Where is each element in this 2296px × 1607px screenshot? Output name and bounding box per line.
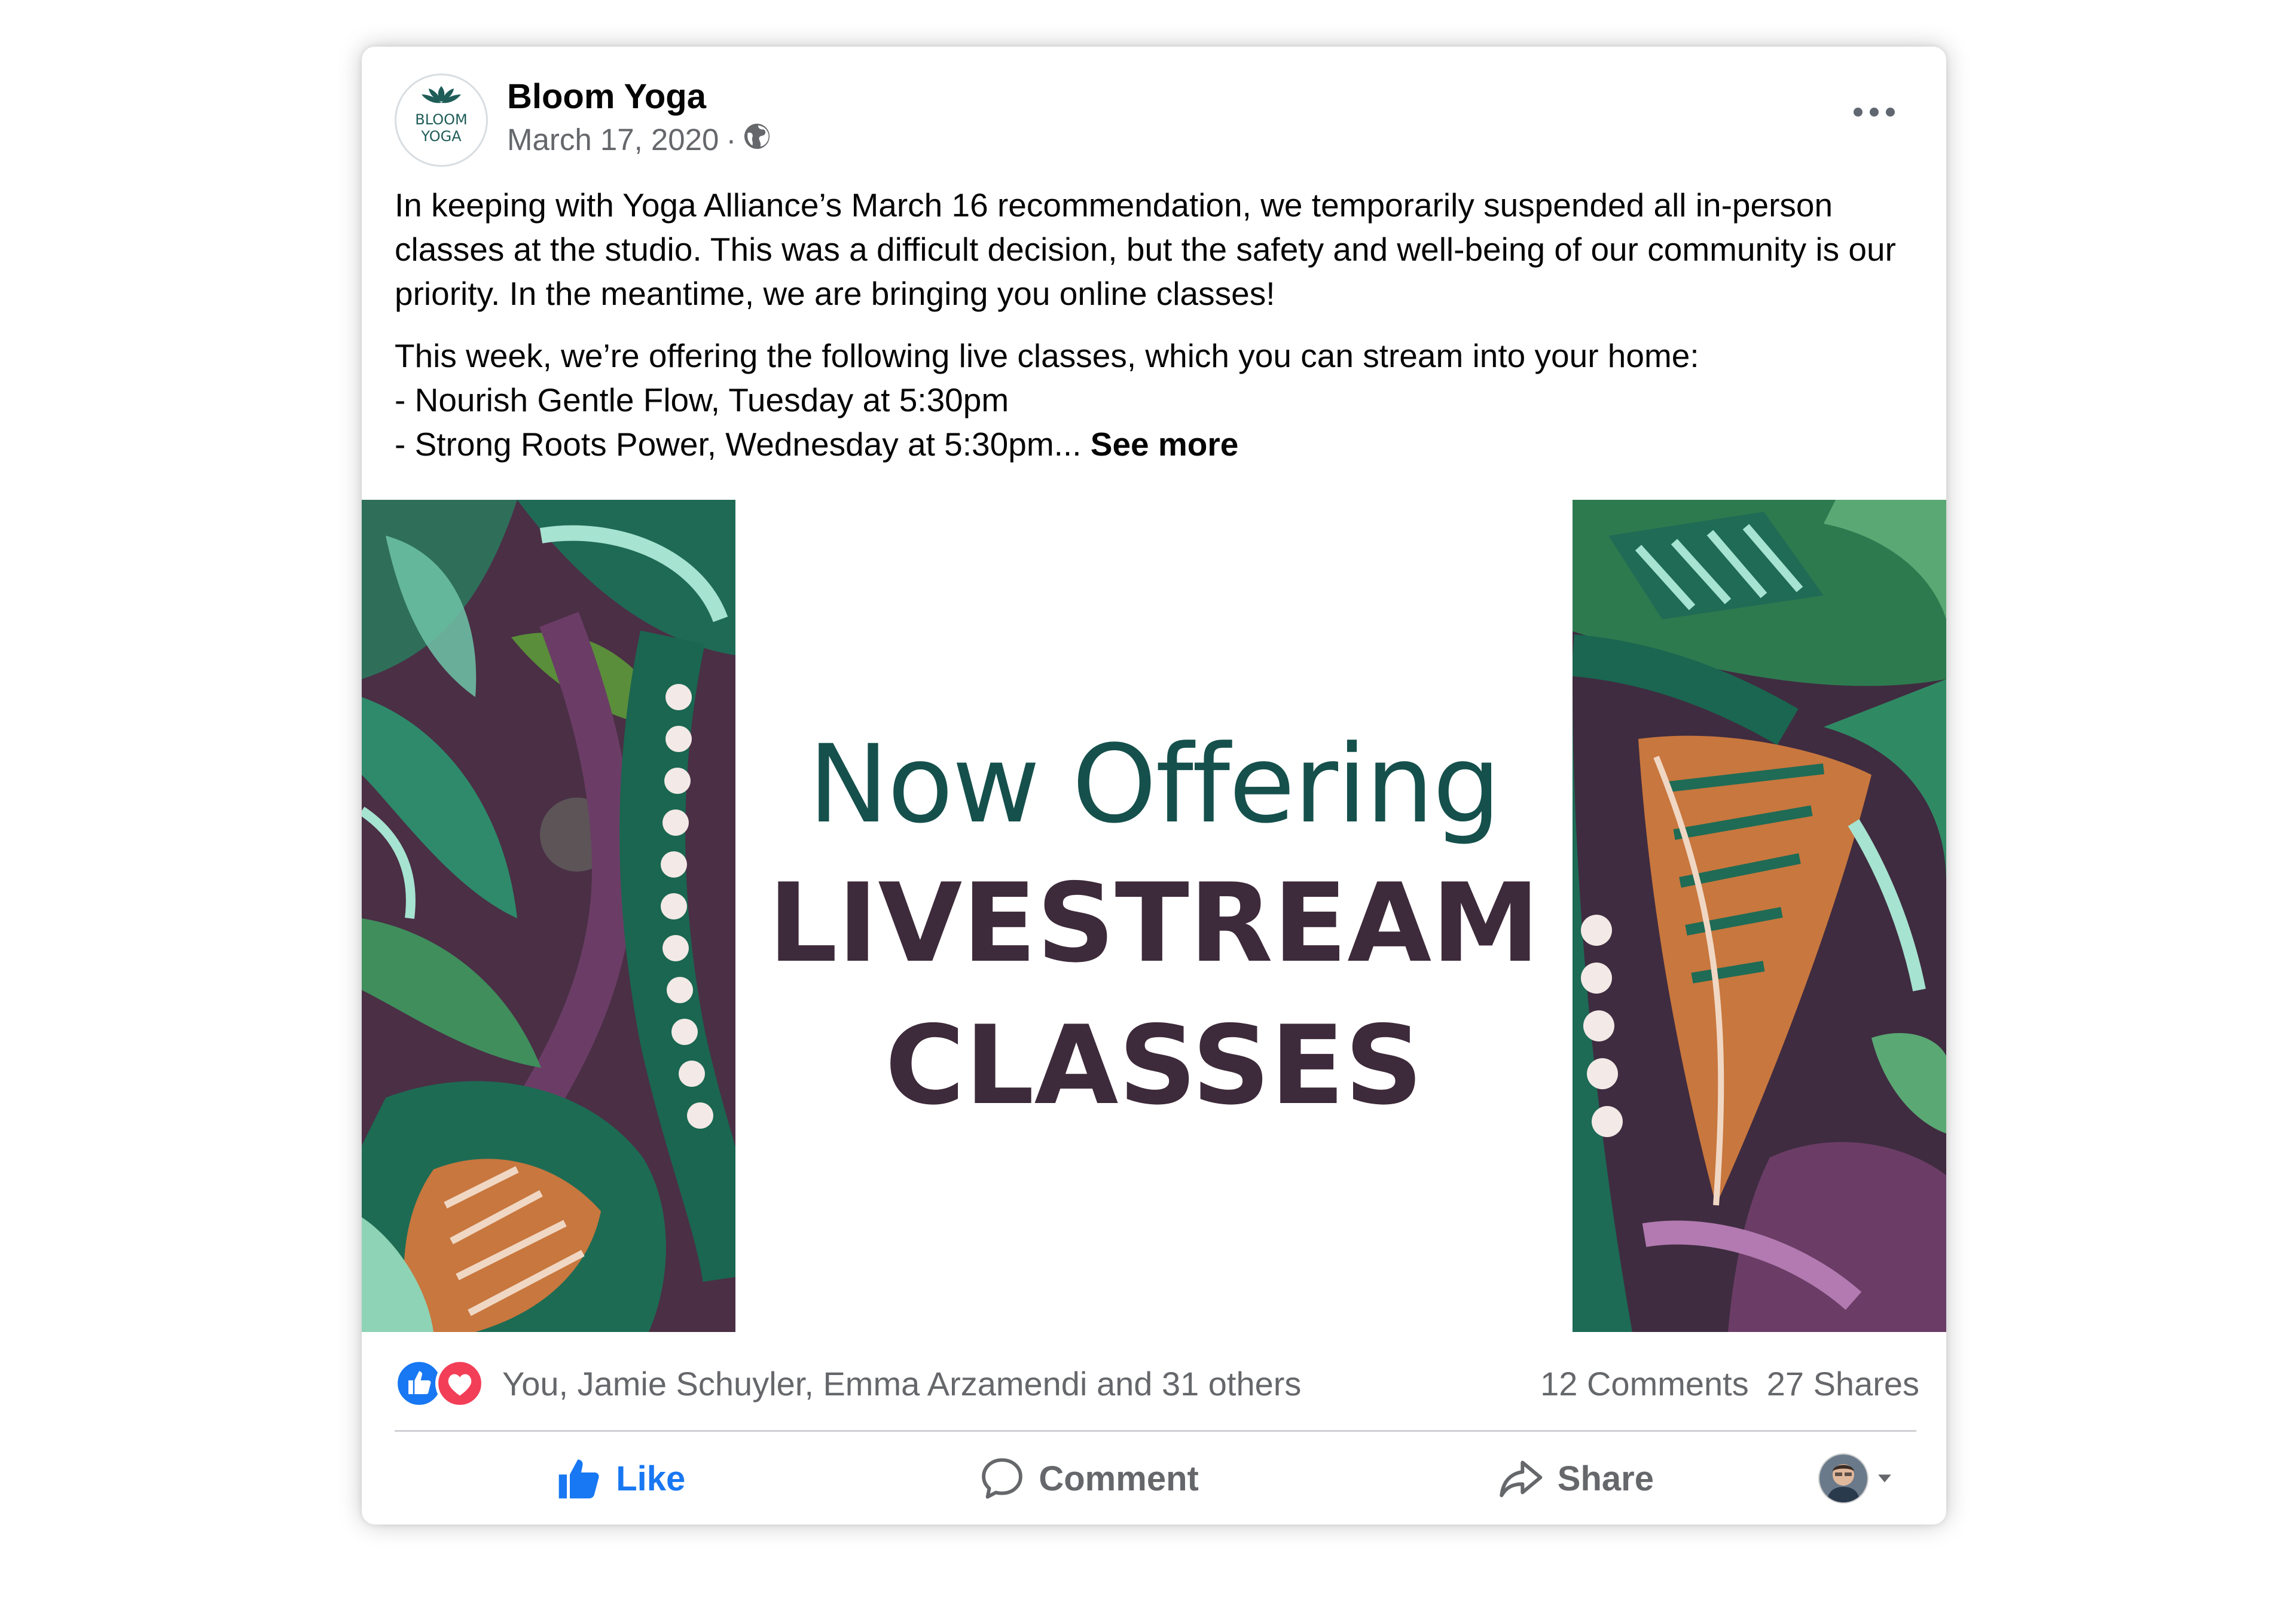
post-paragraph-2-line-3: - Strong Roots Power, Wednesday at 5:30p… <box>395 426 1082 463</box>
actions-divider <box>395 1430 1916 1432</box>
post-meta: March 17, 2020 · <box>507 122 771 157</box>
see-more-link[interactable]: See more <box>1091 426 1239 463</box>
like-label: Like <box>616 1459 686 1498</box>
share-icon <box>1500 1461 1543 1498</box>
comment-button[interactable]: Comment <box>845 1440 1332 1517</box>
share-button[interactable]: Share <box>1332 1440 1818 1517</box>
chevron-down-icon <box>1878 1474 1891 1483</box>
love-reaction-icon <box>435 1359 484 1408</box>
image-headline-line-1: Now Offering <box>808 722 1501 847</box>
comment-label: Comment <box>1039 1459 1199 1498</box>
post-actions: Like Comment Share <box>395 1440 1916 1517</box>
post-image[interactable]: Now Offering LIVESTREAM CLASSES <box>362 500 1946 1332</box>
bloom-yoga-logo: BLOOM YOGA <box>415 86 468 145</box>
comment-icon <box>982 1458 1023 1499</box>
page-name-link[interactable]: Bloom Yoga <box>507 77 706 117</box>
user-avatar <box>1818 1453 1868 1504</box>
more-options-icon[interactable] <box>1854 100 1895 124</box>
meta-separator: · <box>726 123 737 157</box>
comments-count[interactable]: 12 Comments <box>1540 1364 1749 1403</box>
post-card: BLOOM YOGA Bloom Yoga March 17, 2020 · I… <box>362 47 1946 1524</box>
post-paragraph-2-line-2: - Nourish Gentle Flow, Tuesday at 5:30pm <box>395 381 1009 418</box>
post-body: In keeping with Yoga Alliance’s March 16… <box>395 183 1919 466</box>
share-label: Share <box>1557 1459 1654 1498</box>
image-headline-line-3: CLASSES <box>885 1002 1423 1129</box>
logo-text-line1: BLOOM <box>415 111 467 128</box>
globe-icon[interactable] <box>743 122 771 157</box>
mural-art-right <box>1573 500 1946 1332</box>
post-as-selector[interactable] <box>1818 1453 1892 1504</box>
logo-text-line2: YOGA <box>420 128 462 145</box>
image-headline-line-2: LIVESTREAM <box>768 860 1540 986</box>
page-avatar[interactable]: BLOOM YOGA <box>395 74 488 167</box>
post-paragraph-2-line-1: This week, we’re offering the following … <box>395 337 1699 374</box>
like-button[interactable]: Like <box>395 1440 845 1517</box>
shares-count[interactable]: 27 Shares <box>1767 1364 1919 1403</box>
thumbs-up-icon <box>558 1459 599 1499</box>
post-date[interactable]: March 17, 2020 <box>507 122 719 157</box>
post-paragraph-1: In keeping with Yoga Alliance’s March 16… <box>395 187 1896 312</box>
reaction-icons[interactable] <box>395 1359 484 1408</box>
reactors-text[interactable]: You, Jamie Schuyler, Emma Arzamendi and … <box>502 1364 1301 1403</box>
mural-art-left <box>362 500 735 1332</box>
engagement-bar: You, Jamie Schuyler, Emma Arzamendi and … <box>395 1350 1919 1417</box>
